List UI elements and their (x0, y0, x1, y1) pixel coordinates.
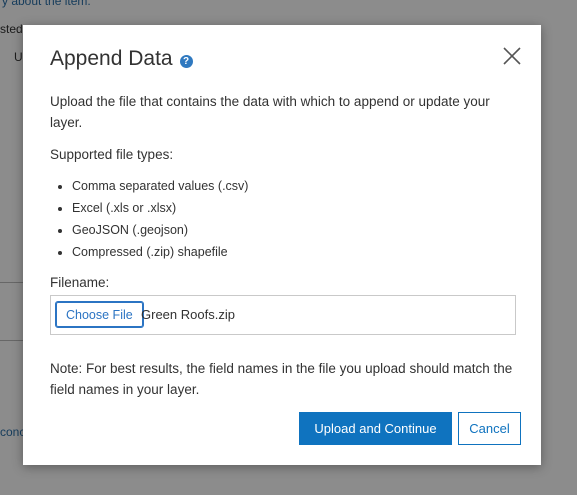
dialog-title: Append Data ? (50, 47, 193, 71)
upload-and-continue-button[interactable]: Upload and Continue (299, 412, 452, 445)
list-item: Excel (.xls or .xlsx) (72, 197, 248, 219)
list-item: Comma separated values (.csv) (72, 175, 248, 197)
append-data-dialog: Append Data ? Upload the file that conta… (23, 25, 541, 465)
file-input[interactable]: Choose File Green Roofs.zip (50, 295, 516, 335)
supported-types-label: Supported file types: (50, 147, 174, 162)
list-item: GeoJSON (.geojson) (72, 219, 248, 241)
choose-file-button[interactable]: Choose File (55, 301, 144, 328)
cancel-button[interactable]: Cancel (458, 412, 521, 445)
filename-label: Filename: (50, 275, 110, 290)
list-item: Compressed (.zip) shapefile (72, 241, 248, 263)
help-icon[interactable]: ? (179, 54, 193, 68)
dialog-title-text: Append Data (50, 47, 173, 70)
selected-file-name: Green Roofs.zip (141, 307, 235, 322)
file-types-list: Comma separated values (.csv) Excel (.xl… (50, 175, 248, 263)
close-icon[interactable] (501, 45, 523, 67)
field-names-note: Note: For best results, the field names … (50, 361, 513, 397)
dialog-description: Upload the file that contains the data w… (50, 94, 490, 130)
